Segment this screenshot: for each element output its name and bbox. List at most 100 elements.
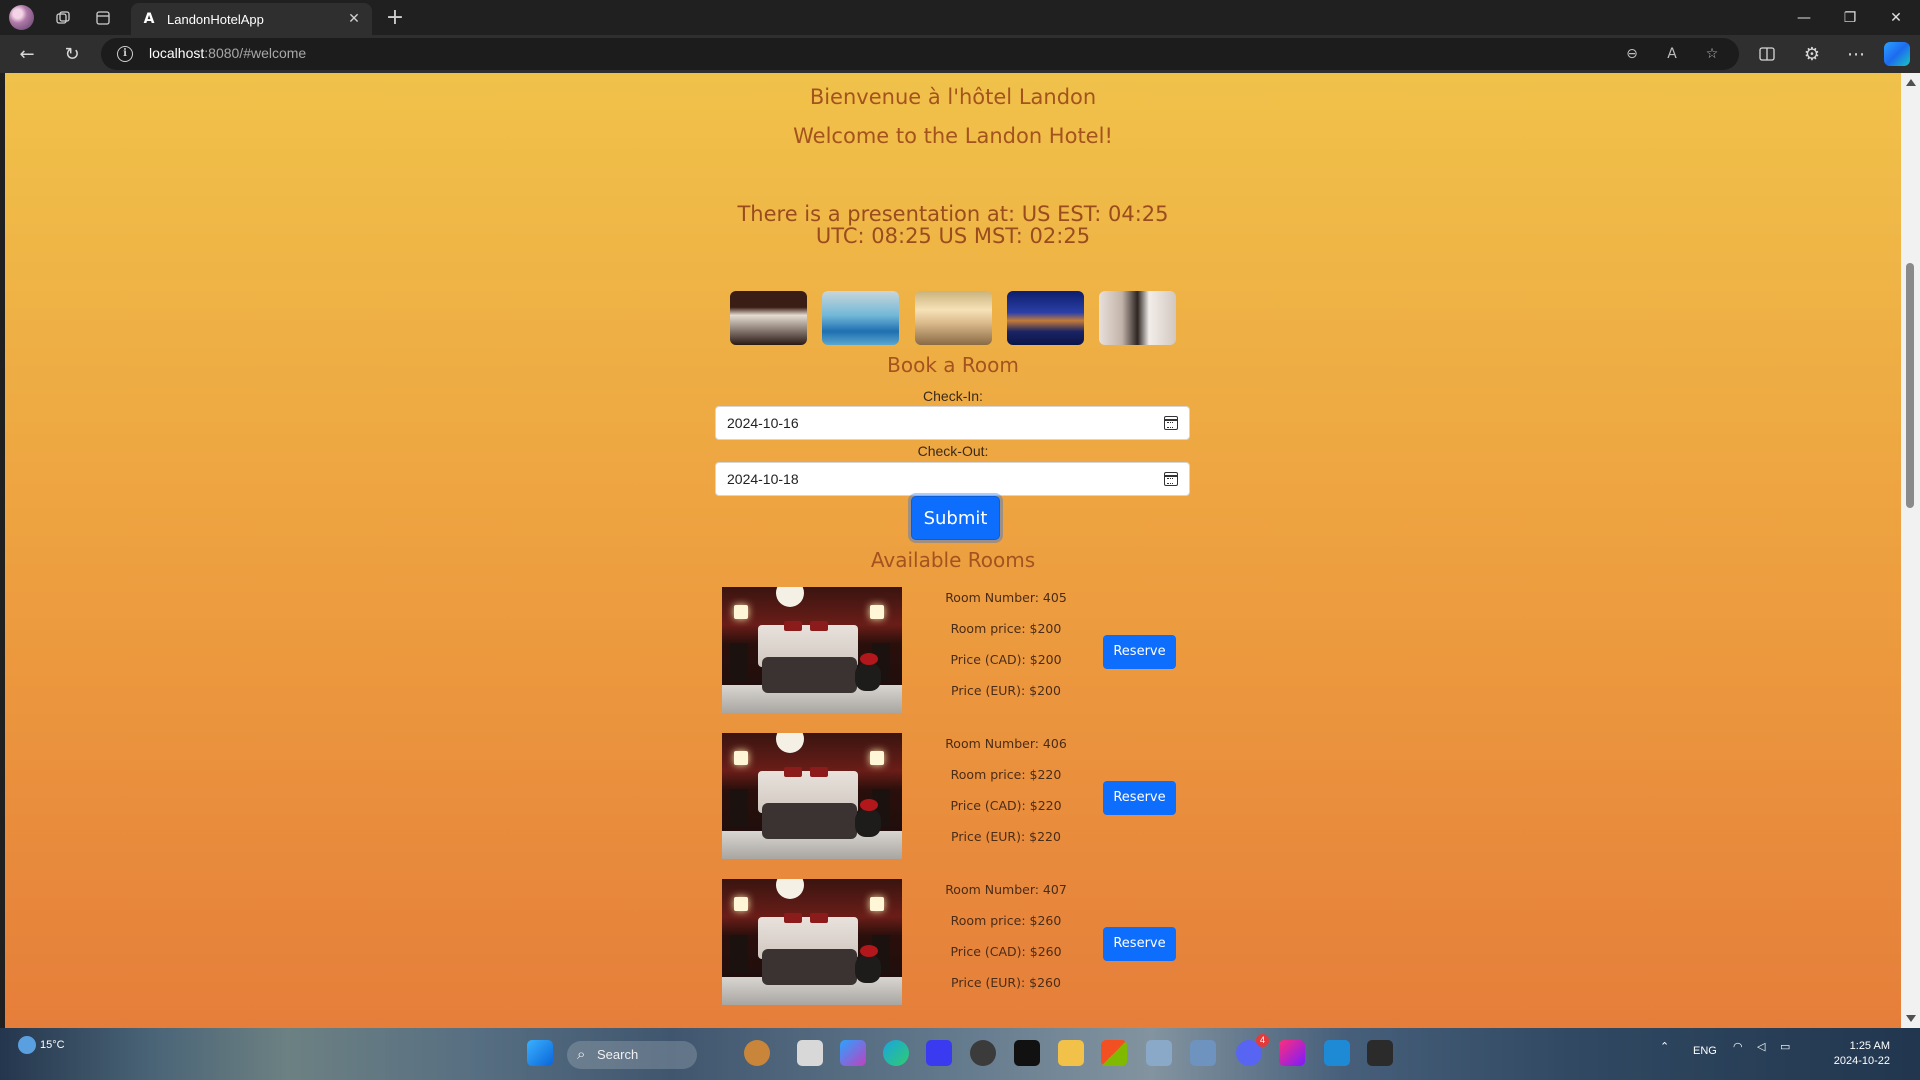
site-info-icon[interactable]: i [117,46,133,62]
room-photo [722,879,902,1005]
app-icon[interactable] [970,1040,996,1066]
widget-icon[interactable] [744,1040,770,1066]
thumbnail-london-night[interactable] [1006,291,1084,345]
app-icon[interactable] [1146,1040,1172,1066]
copilot-taskbar-icon[interactable] [840,1040,866,1066]
submit-button[interactable]: Submit [911,496,1000,540]
checkout-label: Check-Out: [917,443,989,459]
heading-french: Bienvenue à l'hôtel Landon [809,85,1097,109]
checkout-value: 2024-10-18 [727,471,799,487]
room-price-cad: Price (CAD): $220 [950,798,1062,813]
scroll-up-arrow-icon[interactable] [1906,79,1916,86]
browser-titlebar: A LandonHotelApp ✕ + — ❐ ✕ [0,0,1920,35]
tab-actions-icon[interactable] [88,0,118,35]
reserve-button[interactable]: Reserve [1103,635,1176,669]
presentation-times: There is a presentation at: US EST: 04:2… [737,202,1169,248]
room-card: Room Number: 407 Room price: $260 Price … [722,879,1182,1005]
room-card: Room Number: 406 Room price: $220 Price … [722,733,1182,859]
room-price: Room price: $200 [950,621,1062,636]
edge-icon[interactable] [883,1040,909,1066]
thumbnail-bedroom[interactable] [730,291,807,345]
weather-widget[interactable]: 15°C [18,1036,65,1054]
room-price-cad: Price (CAD): $260 [950,944,1062,959]
windows-taskbar: 15°C [0,1028,1920,1080]
room-details: Room Number: 405 Room price: $200 Price … [944,587,1068,711]
room-price-eur: Price (EUR): $260 [951,975,1061,990]
refresh-icon[interactable]: ↻ [57,40,87,68]
browser-navbar: ← ↻ i localhost:8080/#welcome ⊖ A ☆ ⚙ ⋯ [0,35,1920,73]
favorite-star-icon[interactable]: ☆ [1701,44,1723,64]
task-view-icon[interactable] [797,1040,823,1066]
read-aloud-icon[interactable]: A [1661,44,1683,64]
room-price: Room price: $220 [950,767,1062,782]
thumbnail-dining-hall[interactable] [914,291,992,345]
language-indicator[interactable]: ENG [1693,1045,1717,1057]
split-screen-icon[interactable] [1752,40,1782,68]
reserve-button[interactable]: Reserve [1103,781,1176,815]
calendar-icon[interactable] [1164,416,1178,430]
page-viewport: Bienvenue à l'hôtel Landon Welcome to th… [5,73,1901,1028]
page-scrollbar[interactable] [1901,73,1920,1028]
scrollbar-thumb[interactable] [1906,263,1914,508]
intellij-icon[interactable] [1014,1040,1040,1066]
volume-icon[interactable]: ◁ [1757,1040,1765,1053]
photos-icon[interactable] [1190,1040,1216,1066]
battery-icon[interactable]: ▭ [1780,1040,1790,1053]
room-number: Room Number: 406 [945,736,1067,751]
book-room-title: Book a Room [887,353,1019,377]
room-price-cad: Price (CAD): $200 [950,652,1062,667]
angular-icon: A [143,11,155,27]
heading-english: Welcome to the Landon Hotel! [793,124,1113,148]
taskbar-clock[interactable]: 1:25 AM 2024-10-22 [1810,1039,1890,1069]
tray-chevron-icon[interactable]: ⌃ [1660,1040,1669,1053]
room-number: Room Number: 407 [945,882,1067,897]
checkout-date-input[interactable]: 2024-10-18 [715,462,1190,496]
room-photo [722,733,902,859]
minimize-icon[interactable]: — [1781,0,1827,35]
new-tab-icon[interactable]: + [380,0,410,35]
extensions-icon[interactable]: ⚙ [1797,40,1827,68]
room-photo [722,587,902,713]
more-menu-icon[interactable]: ⋯ [1841,40,1871,68]
store-icon[interactable] [1101,1040,1127,1066]
vscode-icon[interactable] [1324,1040,1350,1066]
room-price: Room price: $260 [950,913,1062,928]
room-number: Room Number: 405 [945,590,1067,605]
room-price-eur: Price (EUR): $220 [951,829,1061,844]
close-tab-icon[interactable]: ✕ [344,9,364,29]
calendar-icon[interactable] [1164,472,1178,486]
profile-avatar[interactable] [9,5,34,30]
start-icon[interactable] [527,1040,553,1066]
visual-studio-icon[interactable] [926,1040,952,1066]
tab-landonhotelapp[interactable]: A LandonHotelApp ✕ [131,3,372,35]
checkin-value: 2024-10-16 [727,415,799,431]
workspaces-icon[interactable] [48,0,78,35]
scroll-down-arrow-icon[interactable] [1906,1015,1916,1022]
thumbnail-wedding[interactable] [1099,291,1176,345]
room-details: Room Number: 407 Room price: $260 Price … [944,879,1068,1003]
gallery-thumbnails [723,291,1183,345]
reserve-button[interactable]: Reserve [1103,927,1176,961]
terminal-icon[interactable] [1367,1040,1393,1066]
checkin-date-input[interactable]: 2024-10-16 [715,406,1190,440]
discord-badge: 4 [1256,1034,1269,1047]
back-icon[interactable]: ← [12,40,42,68]
weather-icon [18,1036,36,1054]
room-details: Room Number: 406 Room price: $220 Price … [944,733,1068,857]
restore-icon[interactable]: ❐ [1827,0,1873,35]
available-rooms-title: Available Rooms [870,548,1036,572]
rider-icon[interactable] [1279,1040,1305,1066]
checkin-label: Check-In: [923,388,983,404]
address-bar[interactable]: i localhost:8080/#welcome ⊖ A ☆ [101,38,1739,70]
room-price-eur: Price (EUR): $200 [951,683,1061,698]
wifi-icon[interactable]: ◠ [1733,1040,1743,1053]
file-explorer-icon[interactable] [1058,1040,1084,1066]
tab-title: LandonHotelApp [167,11,264,27]
taskbar-search[interactable]: Search [567,1041,697,1069]
thumbnail-pool[interactable] [822,291,900,345]
room-card: Room Number: 405 Room price: $200 Price … [722,587,1182,713]
zoom-icon[interactable]: ⊖ [1621,44,1643,64]
copilot-icon[interactable] [1884,42,1910,66]
close-window-icon[interactable]: ✕ [1873,0,1919,35]
url-text: localhost:8080/#welcome [149,45,307,61]
